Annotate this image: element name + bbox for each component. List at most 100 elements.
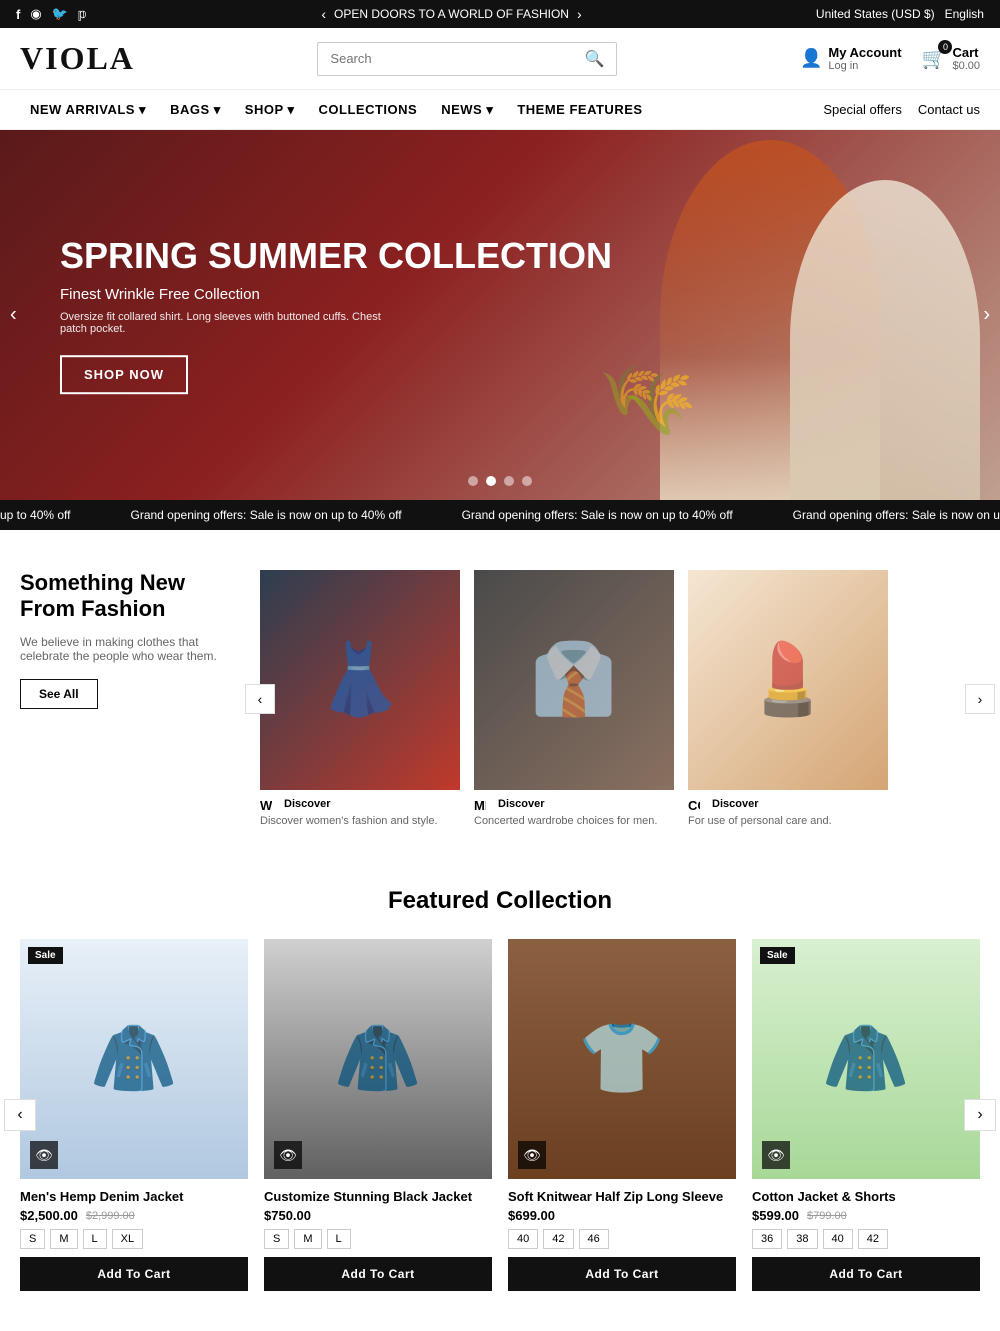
search-input[interactable] <box>330 51 576 66</box>
size-l-1[interactable]: L <box>83 1229 107 1249</box>
categories-prev-button[interactable]: ‹ <box>245 684 275 714</box>
size-40-3[interactable]: 40 <box>508 1229 538 1249</box>
top-bar: f ◉ 🐦 𝕡 ‹ OPEN DOORS TO A WORLD OF FASHI… <box>0 0 1000 28</box>
products-next-button[interactable]: › <box>964 1099 996 1131</box>
women-discover-button[interactable]: Discover <box>272 793 342 815</box>
search-bar[interactable]: 🔍 <box>317 42 617 76</box>
men-category-desc: Concerted wardrobe choices for men. <box>474 815 674 827</box>
social-links: f ◉ 🐦 𝕡 <box>16 6 87 22</box>
twitter-icon[interactable]: 🐦 <box>52 6 68 22</box>
quick-view-button-3[interactable]: 👁 <box>518 1141 546 1169</box>
categories-heading: Something New From Fashion <box>20 570 230 623</box>
account-button[interactable]: 👤 My Account Log in <box>800 45 902 72</box>
main-nav: NEW ARRIVALS ▾ BAGS ▾ SHOP ▾ COLLECTIONS… <box>0 90 1000 130</box>
product-image-3: 👕 👁 <box>508 939 736 1179</box>
product-original-price-1: $2,999.00 <box>86 1210 135 1222</box>
hero-dot-1[interactable] <box>468 476 478 486</box>
hero-dot-3[interactable] <box>504 476 514 486</box>
cart-button[interactable]: 🛒 0 Cart $0.00 <box>922 45 980 72</box>
language-selector[interactable]: English <box>945 7 984 21</box>
size-46-3[interactable]: 46 <box>579 1229 609 1249</box>
hero-shop-now-button[interactable]: SHOP NOW <box>60 355 188 394</box>
featured-title: Featured Collection <box>20 887 980 915</box>
hero-banner: SPRING SUMMER COLLECTION Finest Wrinkle … <box>0 130 1000 500</box>
size-xl-1[interactable]: XL <box>112 1229 143 1249</box>
size-36-4[interactable]: 36 <box>752 1229 782 1249</box>
product-price-2: $750.00 <box>264 1208 311 1223</box>
cart-badge: 0 <box>938 40 952 54</box>
product-image-1: 🧥 Sale 👁 <box>20 939 248 1179</box>
special-offers-link[interactable]: Special offers <box>823 102 902 117</box>
size-42-4[interactable]: 42 <box>858 1229 888 1249</box>
add-to-cart-button-3[interactable]: Add To Cart <box>508 1257 736 1291</box>
product-sizes-1: S M L XL <box>20 1229 248 1249</box>
hero-dot-4[interactable] <box>522 476 532 486</box>
nav-theme-features[interactable]: THEME FEATURES <box>507 90 652 130</box>
hero-content: SPRING SUMMER COLLECTION Finest Wrinkle … <box>60 236 612 394</box>
product-price-wrap-1: $2,500.00 $2,999.00 <box>20 1208 248 1223</box>
nav-bags[interactable]: BAGS ▾ <box>160 90 231 130</box>
top-bar-right: United States (USD $) English <box>816 7 984 21</box>
product-price-wrap-4: $599.00 $799.00 <box>752 1208 980 1223</box>
product-card-3: 👕 👁 Soft Knitwear Half Zip Long Sleeve $… <box>508 939 736 1291</box>
cosmetics-discover-button[interactable]: Discover <box>700 793 770 815</box>
promo-text: OPEN DOORS TO A WORLD OF FASHION <box>334 7 569 21</box>
logo[interactable]: VIOLA <box>20 40 135 77</box>
hero-next-button[interactable]: › <box>983 304 990 327</box>
promo-bar: ‹ OPEN DOORS TO A WORLD OF FASHION › <box>321 6 581 22</box>
add-to-cart-button-1[interactable]: Add To Cart <box>20 1257 248 1291</box>
cart-icon-wrap: 🛒 0 <box>922 46 947 71</box>
size-40-4[interactable]: 40 <box>823 1229 853 1249</box>
product-name-4: Cotton Jacket & Shorts <box>752 1189 980 1204</box>
categories-left: Something New From Fashion We believe in… <box>20 570 240 709</box>
sale-badge-1: Sale <box>28 947 63 964</box>
nav-collections[interactable]: COLLECTIONS <box>309 90 428 130</box>
cosmetics-category-desc: For use of personal care and. <box>688 815 888 827</box>
nav-new-arrivals[interactable]: NEW ARRIVALS ▾ <box>20 90 156 130</box>
categories-next-button[interactable]: › <box>965 684 995 714</box>
hero-dot-2[interactable] <box>486 476 496 486</box>
quick-view-button-1[interactable]: 👁 <box>30 1141 58 1169</box>
sale-badge-4: Sale <box>760 947 795 964</box>
hero-title: SPRING SUMMER COLLECTION <box>60 236 612 276</box>
see-all-button[interactable]: See All <box>20 679 98 709</box>
promo-prev-button[interactable]: ‹ <box>321 6 326 22</box>
search-icon: 🔍 <box>585 49 605 69</box>
promo-next-button[interactable]: › <box>577 6 582 22</box>
products-row: ‹ 🧥 Sale 👁 Men's Hemp Denim Jacket $2,50… <box>20 939 980 1291</box>
pinterest-icon[interactable]: 𝕡 <box>78 6 87 22</box>
size-l-2[interactable]: L <box>327 1229 351 1249</box>
size-s-2[interactable]: S <box>264 1229 289 1249</box>
contact-us-link[interactable]: Contact us <box>918 102 980 117</box>
product-card-4: 🧥 Sale 👁 Cotton Jacket & Shorts $599.00 … <box>752 939 980 1291</box>
hero-dots <box>468 476 532 486</box>
men-discover-button[interactable]: Discover <box>486 793 556 815</box>
nav-news[interactable]: NEWS ▾ <box>431 90 503 130</box>
instagram-icon[interactable]: ◉ <box>30 6 41 22</box>
hero-prev-button[interactable]: ‹ <box>10 304 17 327</box>
nav-shop[interactable]: SHOP ▾ <box>235 90 305 130</box>
category-card-men: 👔 Discover MEN Concerted wardrobe choice… <box>474 570 674 827</box>
login-label[interactable]: Log in <box>828 60 901 72</box>
quick-view-button-4[interactable]: 👁 <box>762 1141 790 1169</box>
size-s-1[interactable]: S <box>20 1229 45 1249</box>
products-prev-button[interactable]: ‹ <box>4 1099 36 1131</box>
product-card-1: 🧥 Sale 👁 Men's Hemp Denim Jacket $2,500.… <box>20 939 248 1291</box>
account-label: My Account <box>828 45 901 60</box>
product-sizes-2: S M L <box>264 1229 492 1249</box>
user-icon: 👤 <box>800 48 822 69</box>
product-name-1: Men's Hemp Denim Jacket <box>20 1189 248 1204</box>
size-38-4[interactable]: 38 <box>787 1229 817 1249</box>
marquee-bar: up to 40% off Grand opening offers: Sale… <box>0 500 1000 530</box>
cart-amount: $0.00 <box>952 60 980 72</box>
size-m-1[interactable]: M <box>50 1229 77 1249</box>
add-to-cart-button-4[interactable]: Add To Cart <box>752 1257 980 1291</box>
add-to-cart-button-2[interactable]: Add To Cart <box>264 1257 492 1291</box>
featured-section: Featured Collection ‹ 🧥 Sale 👁 Men's Hem… <box>0 867 1000 1331</box>
size-42-3[interactable]: 42 <box>543 1229 573 1249</box>
quick-view-button-2[interactable]: 👁 <box>274 1141 302 1169</box>
size-m-2[interactable]: M <box>294 1229 321 1249</box>
region-selector[interactable]: United States (USD $) <box>816 7 935 21</box>
header: VIOLA 🔍 👤 My Account Log in 🛒 0 Cart $0.… <box>0 28 1000 90</box>
facebook-icon[interactable]: f <box>16 7 20 22</box>
